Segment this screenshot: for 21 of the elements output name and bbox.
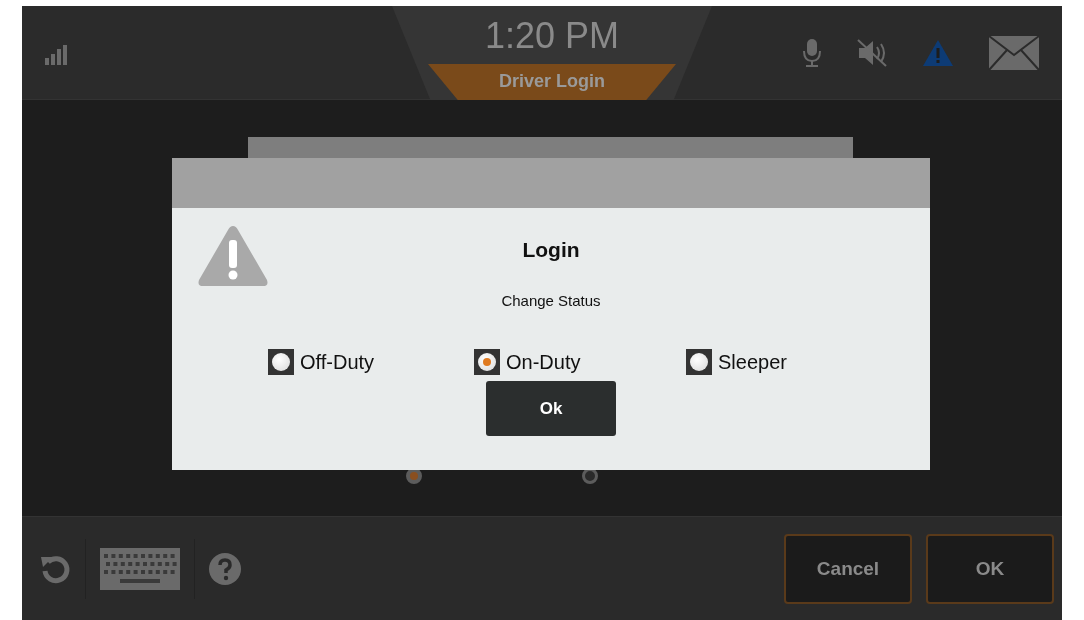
radio-button[interactable] <box>686 349 712 375</box>
dialog-title: Login <box>522 238 580 262</box>
radio-label: On-Duty <box>506 350 581 374</box>
radio-label: Off-Duty <box>300 350 375 374</box>
radio-label: Sleeper <box>718 350 787 374</box>
dialog-message: Change Status <box>501 292 601 309</box>
cancel-button[interactable]: Cancel <box>784 533 912 604</box>
help-icon[interactable] <box>209 552 241 585</box>
warning-icon[interactable] <box>922 38 954 67</box>
screen-title: Driver Login <box>428 64 676 100</box>
microphone-icon[interactable] <box>802 37 822 68</box>
ok-button[interactable]: OK <box>926 533 1054 604</box>
clock-time: 1:20 PM <box>484 16 620 56</box>
keyboard-icon[interactable] <box>100 547 180 590</box>
ok-button[interactable]: Ok <box>486 381 616 436</box>
warning-icon <box>196 224 270 288</box>
signal-icon <box>44 42 68 67</box>
envelope-icon[interactable] <box>988 34 1040 71</box>
mute-icon[interactable] <box>856 37 888 68</box>
radio-button[interactable] <box>474 349 500 375</box>
radio-button[interactable] <box>268 349 294 375</box>
